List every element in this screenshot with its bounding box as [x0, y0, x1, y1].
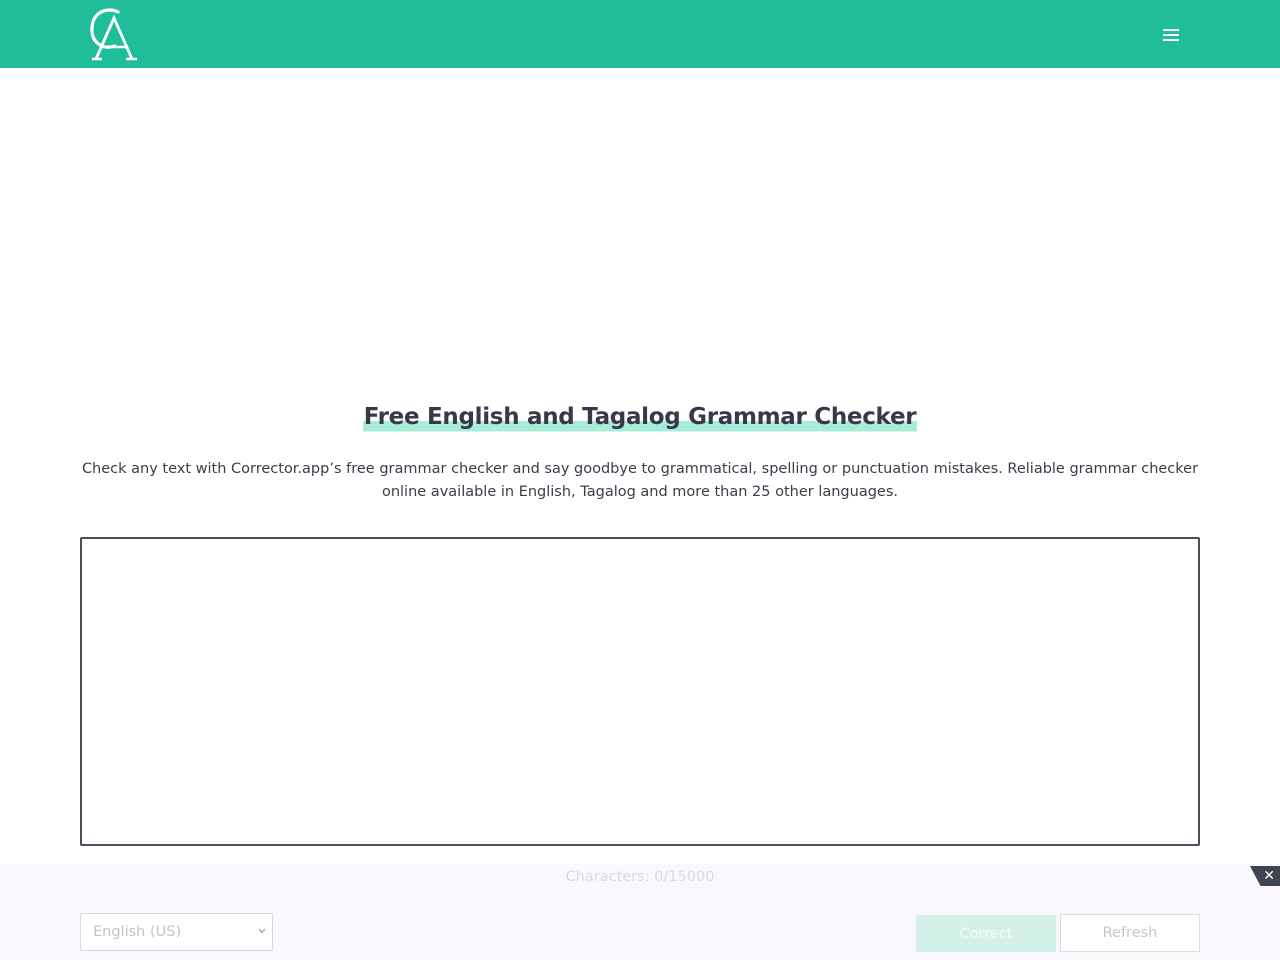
- page-title-container: Free English and Tagalog Grammar Checker: [0, 400, 1280, 434]
- page-description: Check any text with Corrector.app’s free…: [81, 461, 1199, 500]
- character-counter: Characters: 0/15000: [565, 869, 715, 885]
- refresh-button[interactable]: Refresh: [1060, 914, 1200, 952]
- hamburger-menu-icon[interactable]: [1158, 22, 1184, 48]
- correct-button[interactable]: Correct: [916, 915, 1056, 952]
- language-select[interactable]: English (US): [80, 913, 273, 951]
- logo-icon: [90, 8, 137, 61]
- page-title: Free English and Tagalog Grammar Checker: [362, 400, 918, 434]
- ca-monogram-logo[interactable]: [88, 6, 140, 62]
- top-navigation-bar: [0, 0, 1280, 68]
- text-input-area[interactable]: [80, 537, 1200, 846]
